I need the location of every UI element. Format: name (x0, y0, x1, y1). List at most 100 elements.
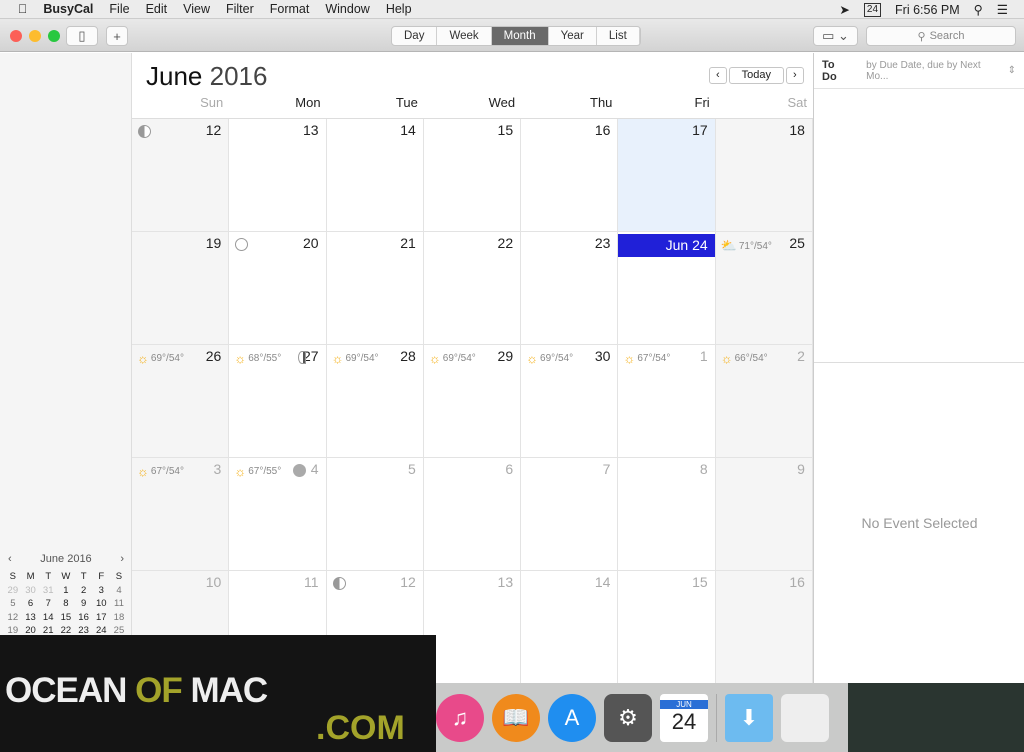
tab-year[interactable]: Year (549, 27, 597, 45)
day-cell[interactable]: 16 (715, 571, 813, 683)
selected-day-header[interactable]: Jun 24 (618, 234, 715, 257)
day-cell[interactable]: 23 (521, 232, 619, 344)
day-cell[interactable]: 19 (132, 232, 230, 344)
busycal-dock-icon[interactable]: JUN 24 (660, 693, 708, 742)
ibooks-icon[interactable]: 📖 (492, 693, 540, 742)
previous-month-button[interactable]: ‹ (709, 67, 727, 84)
day-cell[interactable]: Jun 24 (618, 232, 716, 344)
day-cell[interactable]: 1 ☼ 67°/54° (618, 345, 716, 457)
day-cell[interactable]: 22 (424, 232, 522, 344)
trash-icon[interactable] (781, 693, 829, 742)
day-number: 16 (789, 574, 805, 590)
today-button[interactable]: Today (728, 67, 785, 84)
close-button[interactable] (10, 30, 22, 42)
day-cell[interactable]: 3 ☼ 67°/54° (132, 458, 230, 570)
day-cell[interactable]: 18 (715, 119, 813, 231)
temperature: 69°/54° (540, 353, 574, 364)
mini-day[interactable]: 17 (92, 611, 110, 625)
mini-day[interactable]: 6 (22, 597, 40, 611)
day-cell[interactable]: 12 (132, 119, 230, 231)
mini-day[interactable]: 8 (57, 597, 75, 611)
tab-list[interactable]: List (597, 27, 640, 45)
day-cell[interactable]: 9 (715, 458, 813, 570)
apple-icon[interactable]:  (18, 2, 27, 16)
mini-day[interactable]: 1 (57, 584, 75, 598)
mini-day[interactable]: 30 (22, 584, 40, 598)
day-cell[interactable]: 15 (618, 571, 716, 683)
day-number: 26 (205, 348, 222, 364)
add-event-button[interactable]: + (106, 26, 128, 46)
day-cell[interactable]: 25 ⛅ 71°/54° (715, 232, 813, 344)
day-cell[interactable]: 20 (229, 232, 327, 344)
day-cell[interactable]: 4 ☼ 67°/55° (229, 458, 327, 570)
sidebar-toggle-button[interactable]: ▯ (66, 26, 98, 46)
tab-month[interactable]: Month (491, 27, 549, 45)
notification-center-icon[interactable]: ☰ (997, 2, 1008, 17)
menu-app[interactable]: BusyCal (43, 2, 93, 16)
mini-day[interactable]: 16 (75, 611, 93, 625)
itunes-icon[interactable]: ♫ (436, 693, 484, 742)
menu-view[interactable]: View (183, 2, 210, 16)
day-cell[interactable]: 30 ☼ 69°/54° (521, 345, 619, 457)
clock[interactable]: Fri 6:56 PM (895, 3, 960, 17)
app-store-icon[interactable]: A (548, 693, 596, 742)
day-cell[interactable]: 26 ☼ 69°/54° (132, 345, 230, 457)
mini-next-icon[interactable]: › (120, 553, 124, 565)
search-input[interactable]: ⚲ Search (866, 26, 1016, 46)
mini-prev-icon[interactable]: ‹ (8, 553, 12, 565)
day-cell[interactable]: 16 (521, 119, 619, 231)
todo-sort-select[interactable]: by Due Date, due by Next Mo... (866, 60, 1005, 82)
mini-day[interactable]: 31 (39, 584, 57, 598)
day-cell[interactable]: 29 ☼ 69°/54° (424, 345, 522, 457)
downloads-folder-icon[interactable]: ⬇ (725, 693, 773, 742)
day-cell[interactable]: 17 (618, 119, 716, 231)
day-cell[interactable]: 13 (424, 571, 522, 683)
mini-day[interactable]: 14 (39, 611, 57, 625)
day-cell[interactable]: 14 (327, 119, 424, 231)
mini-day[interactable]: 18 (110, 611, 128, 625)
menu-edit[interactable]: Edit (146, 2, 168, 16)
mini-day[interactable]: 10 (92, 597, 110, 611)
temperature: 69°/54° (442, 353, 476, 364)
day-cell[interactable]: 28 ☼ 69°/54° (327, 345, 424, 457)
day-cell[interactable]: 5 (327, 458, 424, 570)
menu-file[interactable]: File (109, 2, 129, 16)
mini-day[interactable]: 3 (92, 584, 110, 598)
day-cell[interactable]: 13 (229, 119, 327, 231)
menu-filter[interactable]: Filter (226, 2, 254, 16)
spotlight-icon[interactable]: ⚲ (974, 2, 983, 17)
mini-day[interactable]: 11 (110, 597, 128, 611)
day-cell[interactable]: 8 (618, 458, 716, 570)
mini-title: June 2016 (40, 553, 92, 565)
day-cell[interactable]: 7 (521, 458, 619, 570)
panel-toggle-button[interactable]: ▭ ⌄ (813, 26, 858, 46)
mini-day[interactable]: 4 (110, 584, 128, 598)
next-month-button[interactable]: › (786, 67, 804, 84)
system-preferences-icon[interactable]: ⚙ (604, 693, 652, 742)
day-cell[interactable]: 2 ☼ 66°/54° (715, 345, 813, 457)
minimize-button[interactable] (29, 30, 41, 42)
todo-header[interactable]: To Do by Due Date, due by Next Mo... ⇕ (814, 53, 1024, 89)
mini-day[interactable]: 15 (57, 611, 75, 625)
tab-week[interactable]: Week (437, 27, 492, 45)
menu-help[interactable]: Help (386, 2, 412, 16)
day-cell[interactable]: 15 (424, 119, 522, 231)
day-cell[interactable]: 14 (521, 571, 619, 683)
mini-day[interactable]: 9 (75, 597, 93, 611)
mini-day[interactable]: 13 (22, 611, 40, 625)
mini-day[interactable]: 29 (4, 584, 22, 598)
mini-day[interactable]: 5 (4, 597, 22, 611)
weather: ☼ 69°/54° (526, 351, 573, 366)
menu-window[interactable]: Window (325, 2, 369, 16)
menu-format[interactable]: Format (270, 2, 310, 16)
day-cell[interactable]: 6 (424, 458, 522, 570)
tab-day[interactable]: Day (392, 27, 438, 45)
zoom-button[interactable] (48, 30, 60, 42)
day-cell[interactable]: 27 ☼ 68°/55° (229, 345, 327, 457)
mini-day[interactable]: 12 (4, 611, 22, 625)
mini-day[interactable]: 7 (39, 597, 57, 611)
calendar-menu-icon[interactable]: 24 (863, 2, 882, 17)
day-cell[interactable]: 21 (327, 232, 424, 344)
temperature: 71°/54° (738, 240, 772, 252)
mini-day[interactable]: 2 (75, 584, 93, 598)
